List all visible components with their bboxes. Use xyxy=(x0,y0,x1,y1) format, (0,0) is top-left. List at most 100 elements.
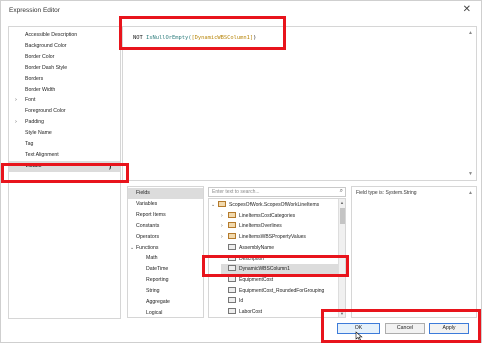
tree-table-node[interactable]: ⌄ ScopesOfWork.ScopesOfWorkLineItems xyxy=(211,200,339,211)
field-icon xyxy=(228,265,236,272)
property-item[interactable]: Text Alignment xyxy=(9,150,120,161)
property-label: Visible xyxy=(25,162,42,169)
property-item[interactable]: › Font xyxy=(9,95,120,106)
property-item[interactable]: Border Dash Style xyxy=(9,63,120,74)
field-icon xyxy=(228,308,236,314)
category-label: Operators xyxy=(136,233,160,240)
category-item[interactable]: String xyxy=(128,286,203,297)
property-item[interactable]: Border Width xyxy=(9,85,120,96)
category-item[interactable]: Aggregate xyxy=(128,297,203,308)
tree-node-label: EquipmentCost_RoundedForGrouping xyxy=(239,287,325,294)
chevron-right-icon[interactable]: › xyxy=(15,117,17,128)
property-label: Font xyxy=(25,97,36,104)
chevron-right-icon[interactable]: › xyxy=(15,95,17,106)
expression-editor[interactable]: NOT IsNullOrEmpty([DynamicWBSColumn1]) ▲… xyxy=(122,26,477,181)
property-item[interactable]: Accessible Description xyxy=(9,30,120,41)
category-item[interactable]: Report Items xyxy=(128,210,203,221)
property-label: Padding xyxy=(25,119,45,126)
expression-close-paren: ) xyxy=(253,35,257,41)
tree-scrollbar[interactable]: ▲ ▼ xyxy=(338,199,345,317)
category-item[interactable]: Logical xyxy=(128,308,203,319)
chevron-right-icon[interactable]: › xyxy=(221,232,228,243)
category-item[interactable]: Math xyxy=(128,253,203,264)
tree-table-node[interactable]: › LineItemsCostCategories xyxy=(221,211,339,222)
category-label: Logical xyxy=(146,309,163,316)
tree-node-label: Id xyxy=(239,298,244,305)
scroll-down-arrow-icon[interactable]: ▼ xyxy=(468,308,473,314)
scroll-up-arrow-icon[interactable]: ▲ xyxy=(340,200,344,205)
function-badge-icon: f xyxy=(109,162,112,170)
cancel-button[interactable]: Cancel xyxy=(385,323,425,334)
category-item[interactable]: Fields xyxy=(128,188,203,199)
property-item[interactable]: › Padding xyxy=(9,117,120,128)
property-item[interactable]: Border Color xyxy=(9,52,120,63)
tree-field-node[interactable]: EquipmentCost xyxy=(221,275,339,286)
tree-node-label: LineItemsWBSPropertyValues xyxy=(239,234,306,241)
expression-text[interactable]: NOT IsNullOrEmpty([DynamicWBSColumn1]) xyxy=(133,35,256,41)
category-item[interactable]: DateTime xyxy=(128,264,203,275)
property-label: Text Alignment xyxy=(25,151,59,158)
field-icon xyxy=(228,275,236,282)
tree-field-node[interactable]: LaborCost xyxy=(221,307,339,317)
category-item[interactable]: Constants xyxy=(128,221,203,232)
description-panel: Field type is: System.String ▲ ▼ xyxy=(351,186,477,318)
category-label: Functions xyxy=(136,244,159,251)
category-label: Variables xyxy=(136,200,158,207)
scrollbar-thumb[interactable] xyxy=(340,208,345,224)
expression-editor-window: Expression Editor ✕ Accessible Descripti… xyxy=(0,0,482,343)
mouse-cursor-icon xyxy=(355,331,363,341)
property-item[interactable]: Style Name xyxy=(9,128,120,139)
tree-table-node[interactable]: › LineItemsOverlines xyxy=(221,221,339,232)
property-label: Accessible Description xyxy=(25,32,78,38)
tree-node-label: AssemblyName xyxy=(239,244,275,251)
table-icon xyxy=(228,222,236,229)
property-label: Style Name xyxy=(25,130,52,137)
scroll-down-arrow-icon[interactable]: ▼ xyxy=(340,311,344,316)
category-item[interactable]: Reporting xyxy=(128,275,203,286)
scroll-up-arrow-icon[interactable]: ▲ xyxy=(468,30,473,36)
expression-function: IsNullOrEmpty( xyxy=(146,35,192,41)
field-icon xyxy=(228,286,236,293)
search-box[interactable]: Enter text to search... ⌕ xyxy=(208,187,346,197)
window-title: Expression Editor xyxy=(9,7,60,14)
property-label: Border Color xyxy=(25,53,55,60)
chevron-right-icon[interactable]: › xyxy=(221,221,228,232)
category-label: Report Items xyxy=(136,211,166,218)
title-bar: Expression Editor ✕ xyxy=(1,1,481,21)
property-item[interactable]: Foreground Color xyxy=(9,106,120,117)
tree-field-node[interactable]: DynamicWBSColumn1 xyxy=(221,264,339,276)
property-item[interactable]: Visible f xyxy=(9,160,120,172)
tree-node-label: EquipmentCost xyxy=(239,276,274,283)
property-item[interactable]: Borders xyxy=(9,74,120,85)
category-item[interactable]: ⌄ Functions xyxy=(128,243,203,254)
table-icon xyxy=(228,233,236,240)
chevron-down-icon[interactable]: ⌄ xyxy=(130,243,134,254)
property-item[interactable]: Background Color xyxy=(9,41,120,52)
tree-node-label: LaborCost xyxy=(239,309,263,315)
tree-field-node[interactable]: AssemblyName xyxy=(221,243,339,254)
expression-field: [DynamicWBSColumn1] xyxy=(191,35,254,41)
category-label: Aggregate xyxy=(146,299,170,305)
tree-field-node[interactable]: EquipmentCost_RoundedForGrouping xyxy=(221,286,339,297)
chevron-down-icon[interactable]: ⌄ xyxy=(211,200,218,211)
chevron-right-icon[interactable]: › xyxy=(221,211,228,222)
field-icon xyxy=(228,297,236,304)
search-icon[interactable]: ⌕ xyxy=(340,188,343,195)
tree-node-label: DynamicWBSColumn1 xyxy=(239,266,290,273)
field-type-text: Field type is: System.String xyxy=(356,190,417,196)
category-label: Constants xyxy=(136,222,160,229)
category-item[interactable]: Variables xyxy=(128,199,203,210)
tree-table-node[interactable]: › LineItemsWBSPropertyValues xyxy=(221,232,339,243)
field-tree: LaborCost Id EquipmentCost_RoundedForGroup… xyxy=(208,198,346,318)
category-item[interactable]: Operators xyxy=(128,232,203,243)
apply-button[interactable]: Apply xyxy=(429,323,469,334)
search-input[interactable]: Enter text to search... xyxy=(212,189,260,195)
close-icon[interactable]: ✕ xyxy=(463,4,471,15)
category-label: Fields xyxy=(136,190,150,196)
property-label: Background Color xyxy=(25,42,67,49)
tree-field-node[interactable]: Id xyxy=(221,296,339,307)
scroll-up-arrow-icon[interactable]: ▲ xyxy=(468,190,473,196)
scroll-down-arrow-icon[interactable]: ▼ xyxy=(468,171,473,177)
tree-field-node[interactable]: Description xyxy=(221,254,339,265)
property-item[interactable]: Tag xyxy=(9,139,120,150)
